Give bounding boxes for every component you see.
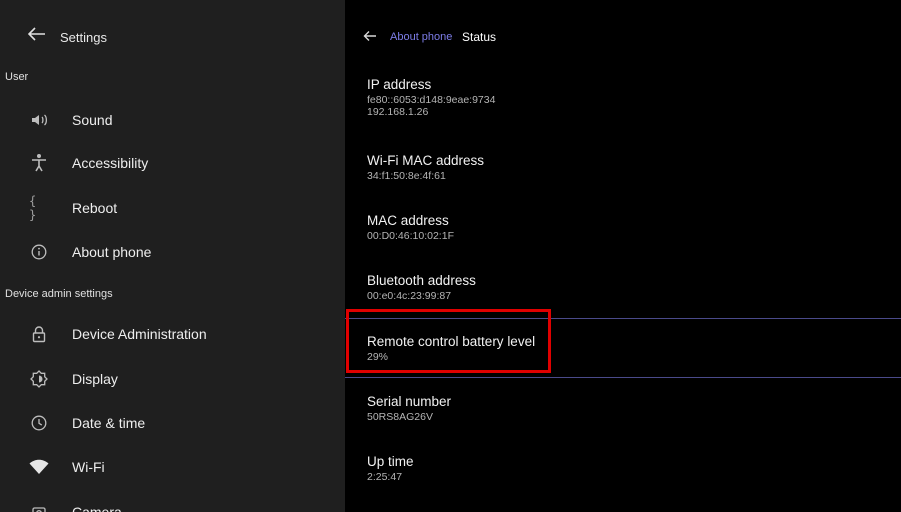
row-title: Up time <box>367 454 414 469</box>
row-value: 34:f1:50:8e:4f:61 <box>367 170 446 182</box>
status-row-remote-battery[interactable]: Remote control battery level 29% <box>345 334 901 394</box>
sidebar-item-accessibility[interactable]: Accessibility <box>0 143 345 183</box>
sidebar-title: Settings <box>60 30 107 45</box>
row-divider <box>345 318 901 319</box>
sidebar-item-date-time[interactable]: Date & time <box>0 403 345 443</box>
sidebar-item-display[interactable]: Display <box>0 359 345 399</box>
page-title: Status <box>462 30 497 44</box>
row-value: fe80::6053:d148:9eae:9734 192.168.1.26 <box>367 94 496 118</box>
braces-icon: { } <box>29 194 37 222</box>
settings-sidebar: Settings User Sound Accessibility {} Re… <box>0 0 345 512</box>
sidebar-item-wifi[interactable]: Wi-Fi <box>0 447 345 487</box>
sidebar-item-camera[interactable]: Camera <box>0 492 345 512</box>
status-row-ip-address[interactable]: IP address fe80::6053:d148:9eae:9734 192… <box>345 77 901 137</box>
brightness-icon <box>29 369 49 389</box>
volume-icon <box>29 110 49 130</box>
breadcrumb-about-phone[interactable]: About phone <box>390 31 452 43</box>
row-title: MAC address <box>367 213 449 228</box>
sidebar-item-label: Wi-Fi <box>72 459 105 475</box>
sidebar-item-reboot[interactable]: { } Reboot <box>0 188 345 228</box>
status-row-up-time[interactable]: Up time 2:25:47 <box>345 454 901 512</box>
sidebar-item-label: Date & time <box>72 415 146 431</box>
sidebar-item-device-administration[interactable]: Device Administration <box>0 314 345 354</box>
row-value: 50RS8AG26V <box>367 411 433 423</box>
status-row-wifi-mac[interactable]: Wi-Fi MAC address 34:f1:50:8e:4f:61 <box>345 153 901 213</box>
sidebar-item-label: Display <box>72 371 118 387</box>
row-value: 00:D0:46:10:02:1F <box>367 230 454 242</box>
sidebar-item-about-phone[interactable]: About phone <box>0 232 345 272</box>
sidebar-header: Settings <box>0 0 345 60</box>
sidebar-item-label: Accessibility <box>72 155 149 171</box>
sidebar-item-label: Camera <box>72 504 122 512</box>
sidebar-item-label: Sound <box>72 112 113 128</box>
status-row-serial-number[interactable]: Serial number 50RS8AG26V <box>345 394 901 454</box>
row-value: 00:e0:4c:23:99:87 <box>367 290 452 302</box>
row-title: Wi-Fi MAC address <box>367 153 485 168</box>
sidebar-item-sound[interactable]: Sound <box>0 100 345 140</box>
section-header-device-admin: Device admin settings <box>5 288 113 300</box>
accessibility-icon <box>29 153 49 173</box>
row-title: IP address <box>367 77 432 92</box>
clock-icon <box>29 413 49 433</box>
status-panel: About phone Status IP address fe80::6053… <box>345 0 901 512</box>
back-arrow-icon[interactable] <box>28 27 46 41</box>
back-arrow-icon[interactable] <box>363 30 377 42</box>
status-row-bluetooth-address[interactable]: Bluetooth address 00:e0:4c:23:99:87 <box>345 273 901 333</box>
settings-app: Settings User Sound Accessibility {} Re… <box>0 0 901 512</box>
row-divider <box>345 377 901 378</box>
sidebar-item-label: About phone <box>72 244 152 260</box>
row-title: Serial number <box>367 394 452 409</box>
lock-icon <box>29 324 49 344</box>
sidebar-item-label: Reboot <box>72 200 118 216</box>
sidebar-item-label: Device Administration <box>72 326 207 342</box>
wifi-icon <box>29 457 49 477</box>
section-header-user: User <box>5 71 29 83</box>
row-value: 29% <box>367 351 389 363</box>
status-header: About phone Status <box>345 0 901 60</box>
info-icon <box>29 242 49 262</box>
status-row-mac-address[interactable]: MAC address 00:D0:46:10:02:1F <box>345 213 901 273</box>
row-value: 2:25:47 <box>367 471 403 483</box>
camera-icon <box>29 502 49 512</box>
row-title: Bluetooth address <box>367 273 476 288</box>
row-title: Remote control battery level <box>367 334 536 349</box>
